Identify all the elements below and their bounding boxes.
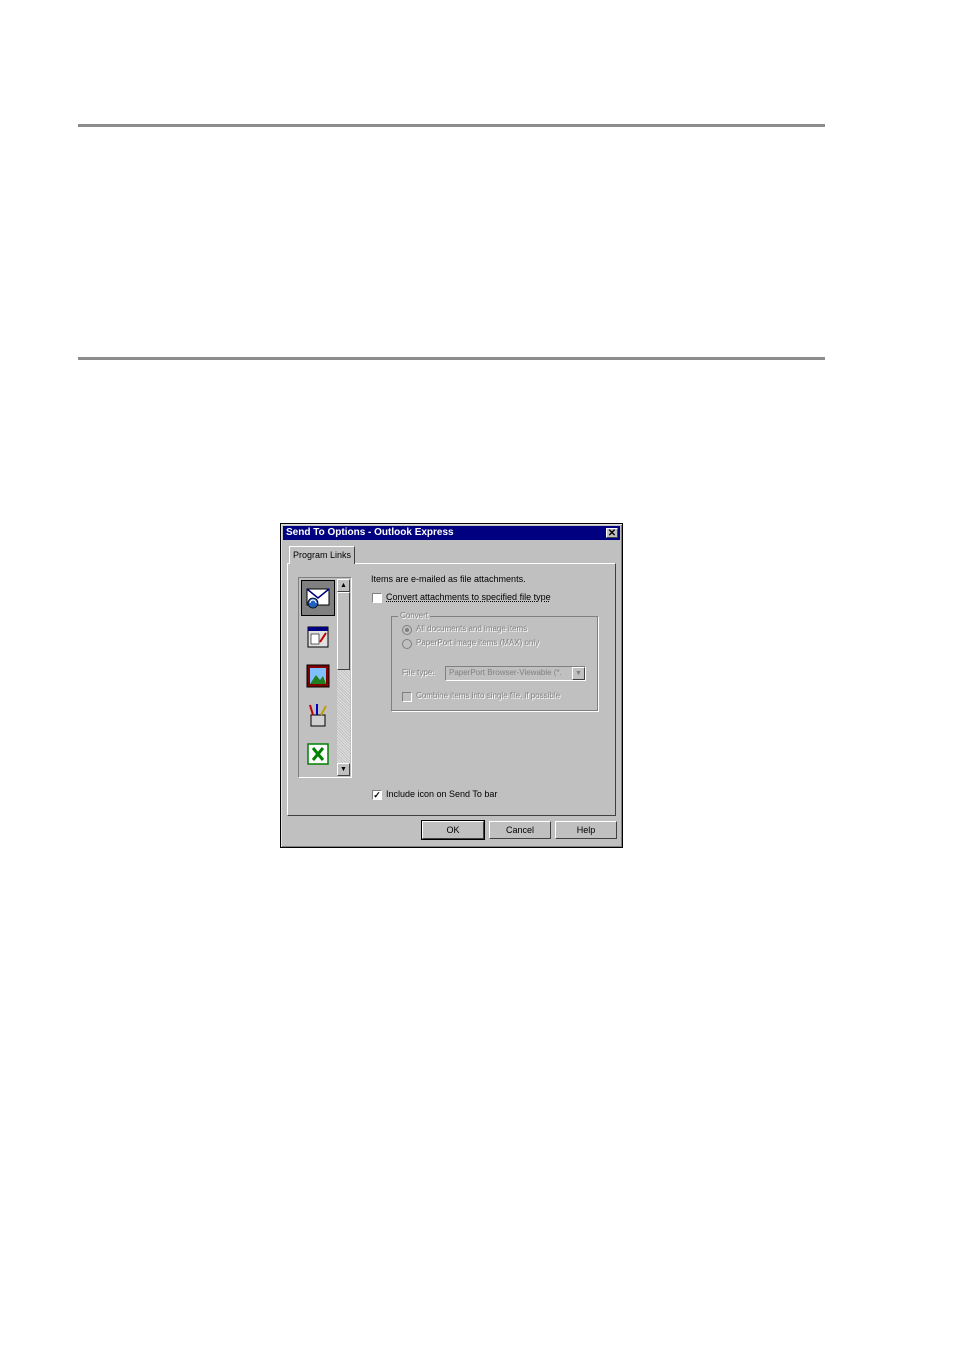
tab-program-links[interactable]: Program Links bbox=[289, 546, 355, 564]
scroll-up-icon[interactable]: ▲ bbox=[337, 579, 350, 592]
ok-button[interactable]: OK bbox=[421, 820, 485, 840]
file-type-label: File type: bbox=[402, 668, 435, 677]
program-item-paint[interactable] bbox=[301, 697, 335, 733]
radio-all-label: All documents and image items bbox=[416, 624, 528, 633]
info-text: Items are e-mailed as file attachments. bbox=[371, 574, 526, 584]
program-item-image[interactable] bbox=[301, 658, 335, 694]
scroll-thumb[interactable] bbox=[337, 592, 350, 670]
image-viewer-icon bbox=[305, 663, 331, 689]
close-button[interactable]: ✕ bbox=[606, 528, 618, 539]
combine-checkbox[interactable] bbox=[402, 692, 412, 702]
include-icon-checkbox[interactable]: ✓ bbox=[372, 790, 382, 800]
help-button[interactable]: Help bbox=[555, 821, 617, 839]
combine-label: Combine items into single file, if possi… bbox=[416, 691, 561, 700]
radio-max-only[interactable] bbox=[402, 639, 412, 649]
second-rule bbox=[78, 357, 825, 360]
program-item-outlook[interactable] bbox=[301, 580, 335, 616]
program-item-excel[interactable] bbox=[301, 736, 335, 772]
chevron-down-icon[interactable]: ▼ bbox=[572, 667, 585, 680]
title-bar[interactable]: Send To Options - Outlook Express ✕ bbox=[283, 526, 620, 540]
icon-list-scrollbar[interactable]: ▲ ▼ bbox=[337, 579, 350, 776]
scroll-down-icon[interactable]: ▼ bbox=[337, 763, 350, 776]
program-item-pagemanager[interactable] bbox=[301, 619, 335, 655]
top-rule bbox=[78, 124, 825, 127]
paint-icon bbox=[305, 702, 331, 728]
excel-icon bbox=[305, 741, 331, 767]
cancel-button[interactable]: Cancel bbox=[489, 821, 551, 839]
group-label: Convert bbox=[398, 611, 431, 620]
program-icon-list[interactable]: ▲ ▼ bbox=[298, 577, 352, 778]
radio-all-documents[interactable] bbox=[402, 625, 412, 635]
outlook-express-icon bbox=[305, 585, 331, 611]
include-icon-label[interactable]: Include icon on Send To bar bbox=[386, 789, 497, 799]
dialog-title: Send To Options - Outlook Express bbox=[286, 527, 454, 538]
pagemanager-icon bbox=[305, 624, 331, 650]
convert-label[interactable]: Convert attachments to specified file ty… bbox=[386, 592, 551, 602]
convert-checkbox[interactable] bbox=[372, 593, 382, 603]
file-type-select[interactable]: PaperPort Browser-Viewable (*. ▼ bbox=[445, 666, 586, 681]
send-to-options-dialog: Send To Options - Outlook Express ✕ Prog… bbox=[280, 523, 623, 848]
radio-max-label: PaperPort image items (MAX) only bbox=[416, 638, 540, 647]
file-type-value: PaperPort Browser-Viewable (*. bbox=[449, 668, 562, 677]
